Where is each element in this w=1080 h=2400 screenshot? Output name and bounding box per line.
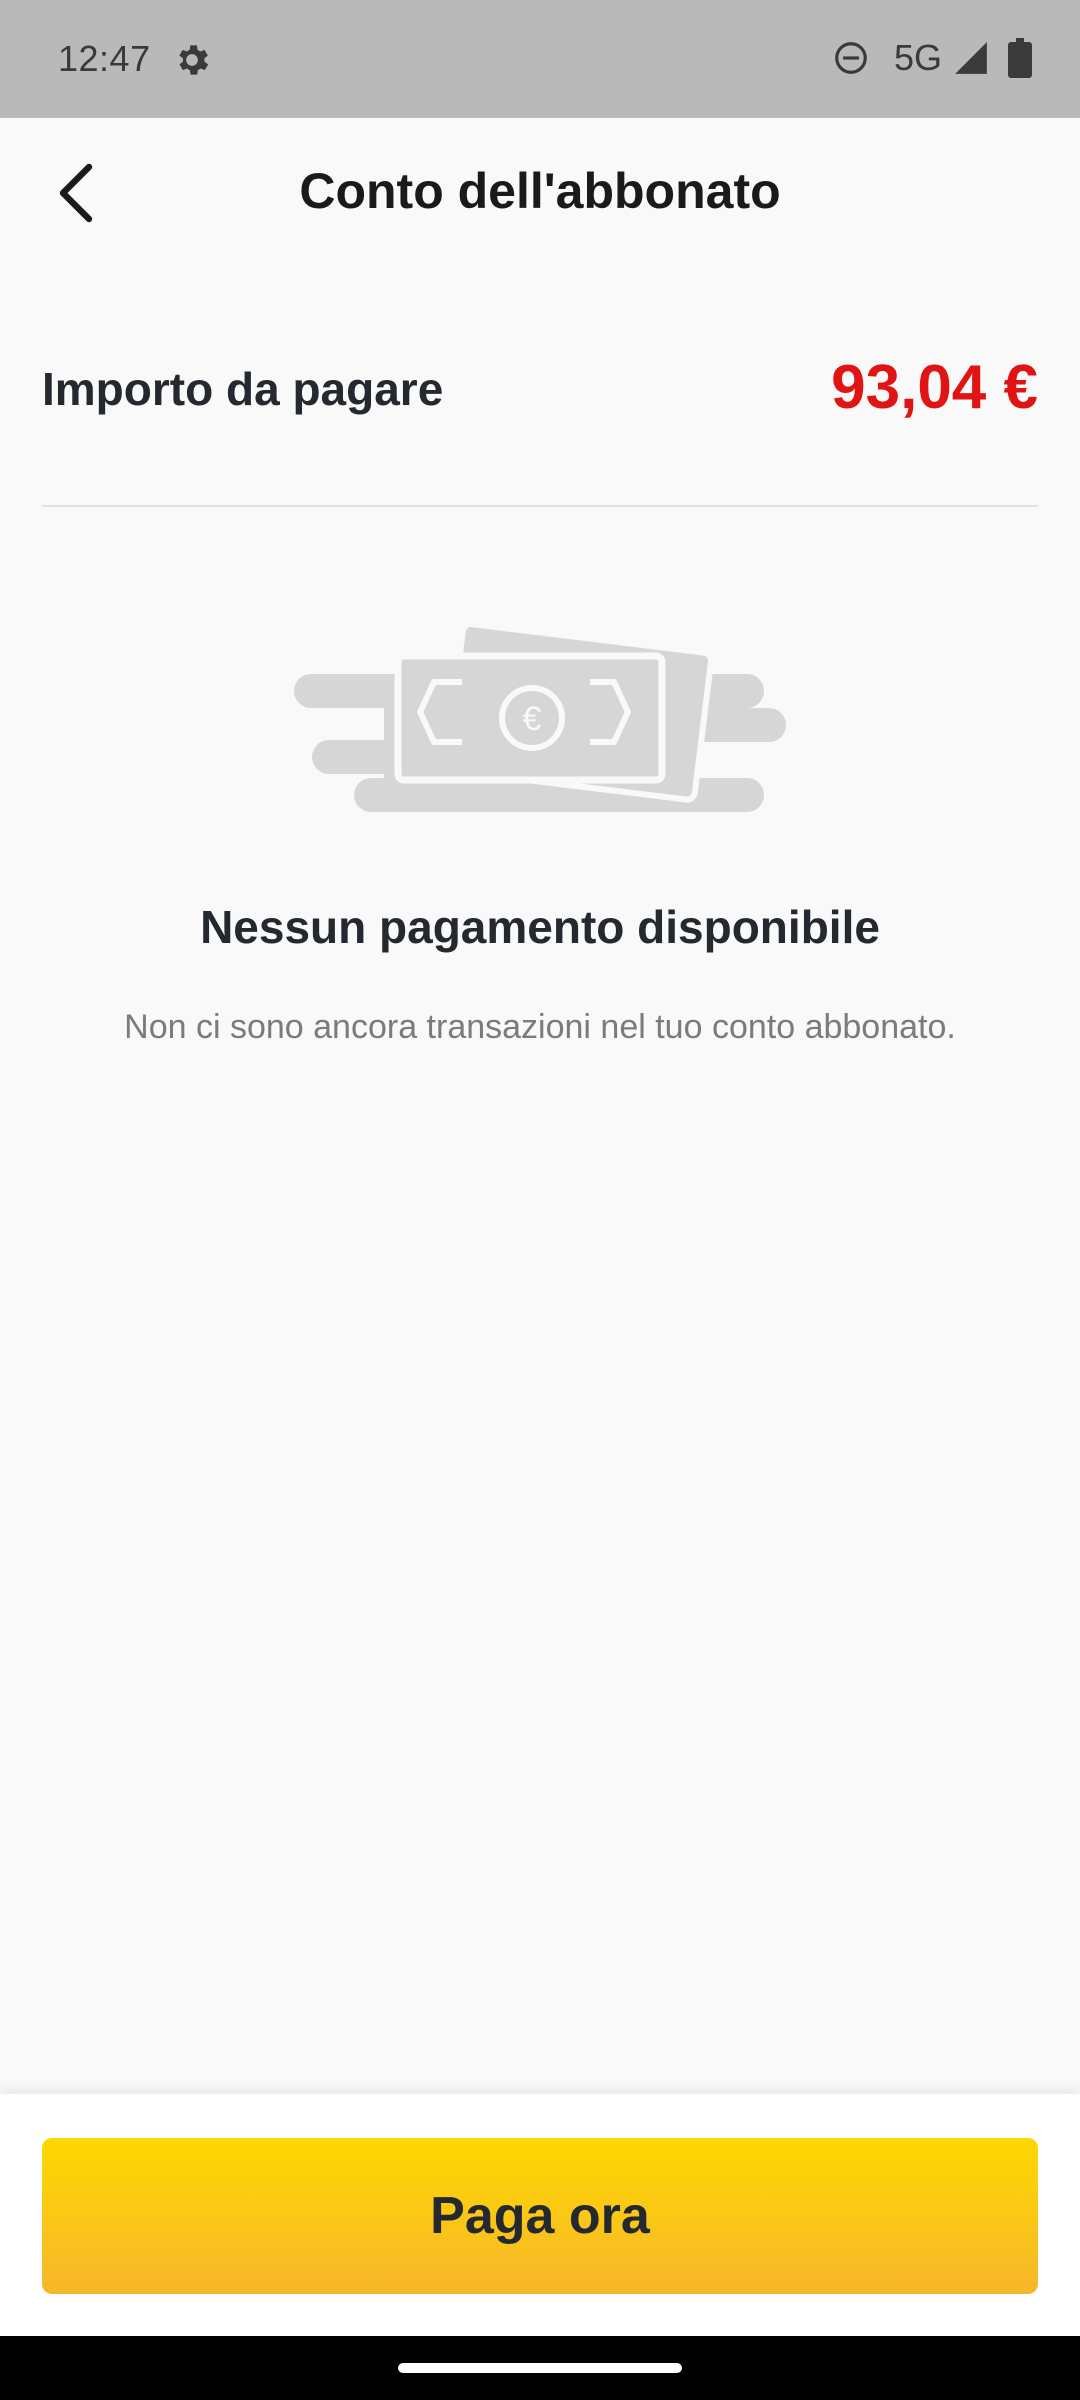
screen: 12:47 5G Conto dell'abbonato Importo da … — [0, 0, 1080, 2400]
do-not-disturb-icon — [835, 42, 867, 74]
pay-now-button[interactable]: Paga ora — [42, 2138, 1038, 2294]
amount-due-value: 93,04 € — [831, 353, 1038, 422]
amount-due-label: Importo da pagare — [42, 363, 444, 415]
battery-icon — [1008, 38, 1032, 78]
signal-icon — [955, 42, 987, 74]
bottom-action-panel: Paga ora — [0, 2094, 1080, 2336]
gear-icon — [179, 45, 209, 75]
home-indicator[interactable] — [398, 2363, 682, 2373]
amount-due-row: Importo da pagare 93,04 € — [42, 350, 1038, 430]
status-icons: 5G — [832, 36, 1032, 80]
divider — [42, 505, 1038, 507]
empty-state-subtitle: Non ci sono ancora transazioni nel tuo c… — [124, 1008, 956, 1046]
svg-text:€: € — [523, 700, 542, 738]
empty-state-title: Nessun pagamento disponibile — [200, 901, 880, 953]
app-header: Conto dell'abbonato — [0, 118, 1080, 268]
status-bar: 12:47 5G — [0, 0, 1080, 118]
banknote-euro-icon: € — [294, 621, 786, 812]
page-title: Conto dell'abbonato — [299, 163, 781, 219]
status-time: 12:47 — [58, 38, 151, 79]
network-type: 5G — [893, 37, 942, 78]
